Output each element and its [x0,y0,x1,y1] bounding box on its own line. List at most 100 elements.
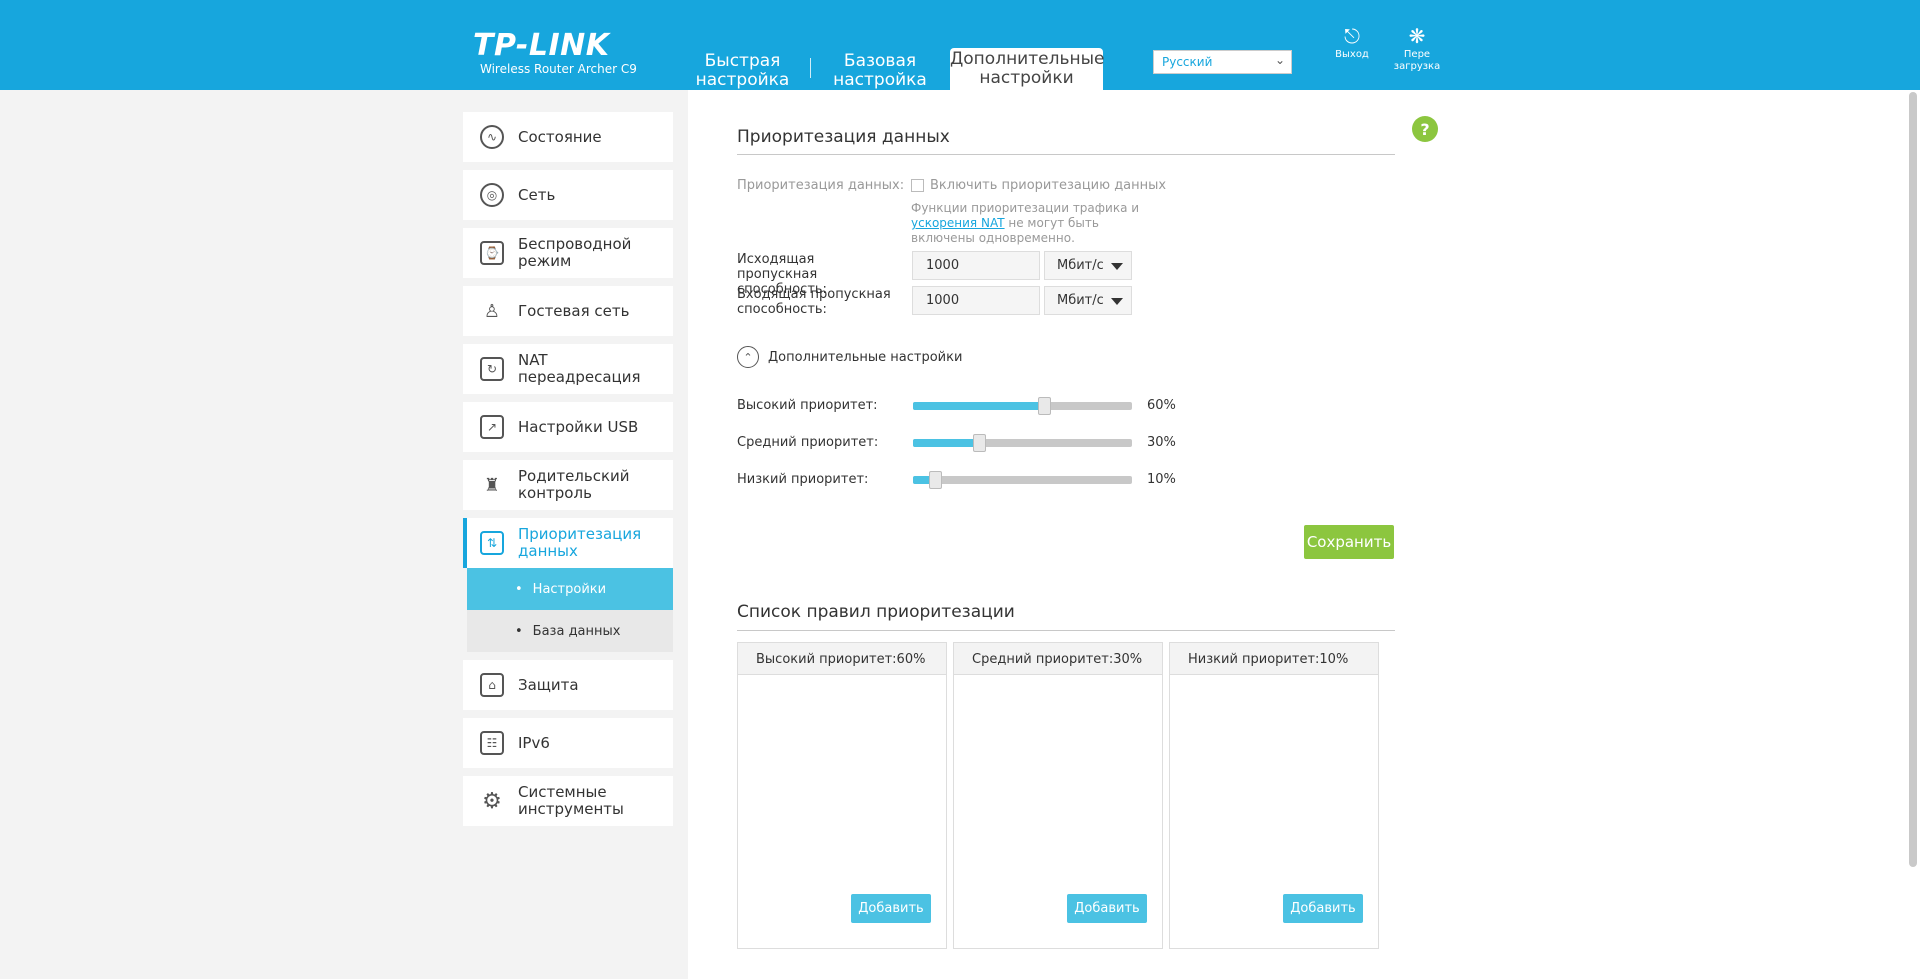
logout-icon: ⎋ [1344,24,1360,48]
column-header: Средний приоритет:30% [954,643,1162,675]
qos-enable-checkbox[interactable] [911,179,924,192]
reboot-icon: ❋ [1408,24,1426,48]
add-low-rule-button[interactable]: Добавить [1283,894,1363,923]
sidebar-subitem-database[interactable]: • База данных [467,610,673,652]
section-divider [737,154,1395,155]
note-text-before: Функции приоритезации трафика и [911,201,1140,215]
medium-priority-slider[interactable] [913,434,1132,452]
status-icon: ∿ [480,125,504,149]
sidebar-item-label: Защита [518,675,579,694]
download-unit-select[interactable]: Мбит/с [1044,286,1132,315]
chevron-up-icon: ⌃ [737,346,759,368]
globe-icon: ◎ [480,183,504,207]
lock-icon: ⌂ [480,673,504,697]
sidebar-item-label: IPv6 [518,733,550,752]
high-priority-value: 60% [1147,398,1176,413]
advanced-settings-label: Дополнительные настройки [768,349,963,365]
router-model: Wireless Router Archer C9 [480,62,637,76]
download-unit-value: Мбит/с [1057,293,1104,308]
guests-icon: ♙ [483,300,501,322]
sidebar-item-wireless[interactable]: ⌚ Беспроводной режим [463,228,673,278]
nat-acceleration-link[interactable]: ускорения NAT [911,216,1005,230]
sidebar-item-network[interactable]: ◎ Сеть [463,170,673,220]
medium-priority-label: Средний приоритет: [737,435,879,450]
logout-label: Выход [1335,49,1369,60]
tab-divider [810,58,811,78]
bullet-icon: • [515,623,523,639]
scrollbar[interactable] [1909,92,1917,867]
slider-fill [913,402,1045,410]
column-header: Низкий приоритет:10% [1170,643,1378,675]
medium-priority-rules-column: Средний приоритет:30% Добавить [953,642,1163,949]
qos-icon: ⇅ [480,531,504,555]
bullet-icon: • [515,581,523,597]
save-button[interactable]: Сохранить [1304,525,1394,559]
sidebar-item-parental[interactable]: ♜ Родительский контроль [463,460,673,510]
sidebar: ∿ Состояние ◎ Сеть ⌚ Беспроводной режим … [463,112,673,834]
sidebar-item-label: Родительский контроль [518,467,630,502]
language-select[interactable]: Русский ⌄ [1153,50,1292,74]
column-header: Высокий приоритет:60% [738,643,946,675]
header-bar: TP-LINK Wireless Router Archer C9 Быстра… [0,0,1920,90]
sidebar-item-label: Приоритезация данных [518,525,642,560]
sidebar-item-status[interactable]: ∿ Состояние [463,112,673,162]
reboot-button[interactable]: ❋ Пере загрузка [1392,25,1442,73]
ipv6-icon: ☷ [480,731,504,755]
sidebar-item-label: Сеть [518,185,556,204]
sidebar-item-system-tools[interactable]: ⚙ Системные инструменты [463,776,673,826]
upload-unit-select[interactable]: Мбит/с [1044,251,1132,280]
nat-icon: ↻ [480,357,504,381]
sidebar-item-qos[interactable]: ⇅ Приоритезация данных [463,518,673,568]
dropdown-arrow-icon [1111,298,1123,305]
rules-section-title: Список правил приоритезации [737,602,1015,622]
sidebar-subitem-label: Настройки [532,581,607,597]
tab-basic[interactable]: Базовая настройка [830,52,930,92]
upload-unit-value: Мбит/с [1057,258,1104,273]
usb-icon: ↗ [480,415,504,439]
slider-handle[interactable] [1038,397,1052,415]
slider-handle[interactable] [972,434,986,452]
sidebar-subitem-label: База данных [532,623,621,639]
upload-bandwidth-input[interactable]: 1000 [912,251,1040,280]
reboot-label: Пере загрузка [1393,49,1441,72]
sidebar-item-ipv6[interactable]: ☷ IPv6 [463,718,673,768]
high-priority-label: Высокий приоритет: [737,398,878,413]
sidebar-subitem-settings[interactable]: • Настройки [467,568,673,610]
low-priority-value: 10% [1147,472,1176,487]
tab-quick-setup[interactable]: Быстрая настройка [690,52,795,92]
tab-advanced[interactable]: Дополнительные настройки [950,48,1104,90]
low-priority-rules-column: Низкий приоритет:10% Добавить [1169,642,1379,949]
high-priority-slider[interactable] [913,397,1132,415]
high-priority-rules-column: Высокий приоритет:60% Добавить [737,642,947,949]
add-high-rule-button[interactable]: Добавить [851,894,931,923]
sidebar-item-nat[interactable]: ↻ NAT переадресация [463,344,673,394]
sidebar-item-usb[interactable]: ↗ Настройки USB [463,402,673,452]
section-divider [737,630,1395,631]
tplink-logo: TP-LINK [473,28,610,63]
wireless-icon: ⌚ [480,241,504,265]
sidebar-item-label: Гостевая сеть [518,301,630,320]
download-bandwidth-input[interactable]: 1000 [912,286,1040,315]
slider-handle[interactable] [928,471,942,489]
advanced-settings-toggle[interactable]: ⌃ Дополнительные настройки [737,346,962,368]
gear-icon: ⚙ [482,788,502,814]
chevron-down-icon: ⌄ [1274,53,1285,67]
help-icon[interactable]: ? [1412,116,1438,142]
sidebar-item-label: Системные инструменты [518,783,624,818]
low-priority-slider[interactable] [913,471,1132,489]
qos-enable-checkbox-label: Включить приоритезацию данных [930,178,1167,193]
parental-icon: ♜ [483,474,501,496]
sidebar-item-label: Беспроводной режим [518,235,632,270]
sidebar-item-label: NAT переадресация [518,351,641,386]
logout-button[interactable]: ⎋ Выход [1332,25,1372,61]
sidebar-item-label: Состояние [518,127,602,146]
dropdown-arrow-icon [1111,263,1123,270]
qos-nat-note: Функции приоритезации трафика и ускорени… [911,201,1151,246]
sidebar-item-label: Настройки USB [518,417,639,436]
add-medium-rule-button[interactable]: Добавить [1067,894,1147,923]
medium-priority-value: 30% [1147,435,1176,450]
qos-submenu: • Настройки • База данных [467,568,673,652]
sidebar-item-security[interactable]: ⌂ Защита [463,660,673,710]
sidebar-item-guest[interactable]: ♙ Гостевая сеть [463,286,673,336]
low-priority-label: Низкий приоритет: [737,472,869,487]
